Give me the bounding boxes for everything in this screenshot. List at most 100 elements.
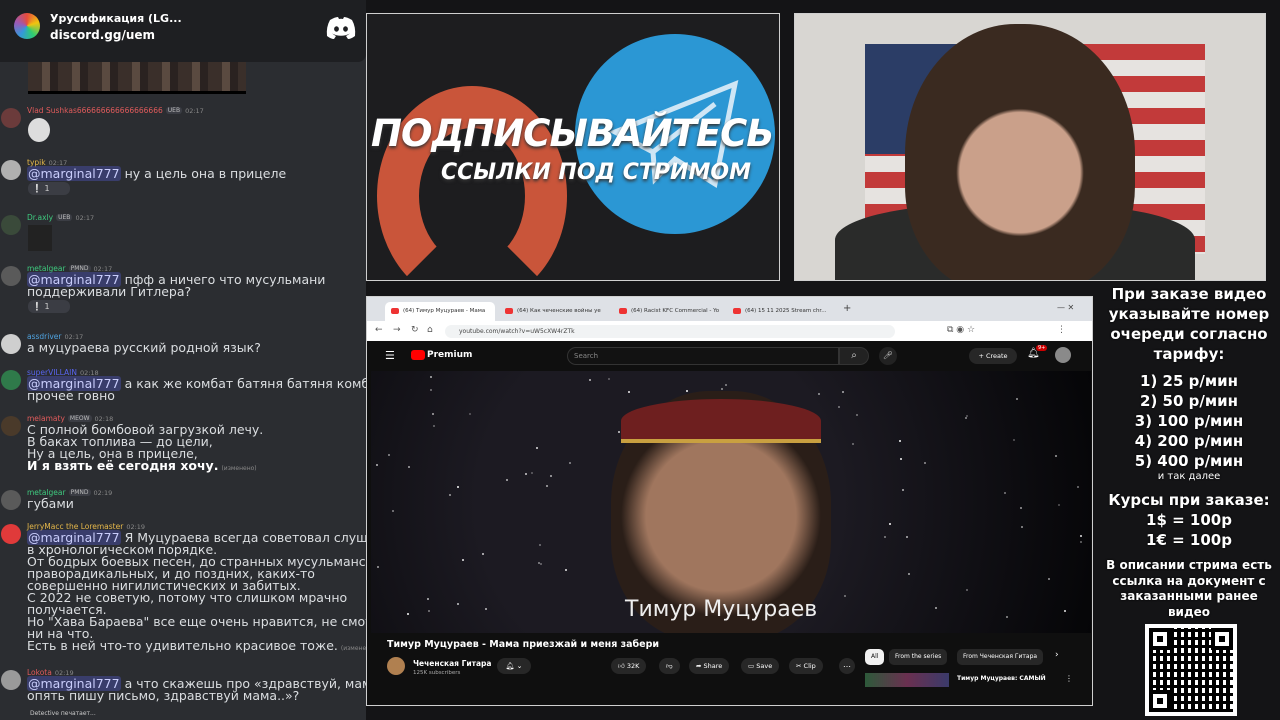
star-dot [900, 458, 903, 461]
qr-code [1145, 624, 1237, 716]
more-actions-button[interactable]: … [839, 658, 855, 674]
user-avatar[interactable] [1, 370, 21, 390]
chip-all[interactable]: All [865, 649, 885, 665]
voice-search-button[interactable]: 🎤︎ [879, 347, 897, 365]
channel-name[interactable]: Чеченская Гитара [413, 659, 491, 668]
youtube-brand[interactable]: Premium [427, 350, 472, 360]
user-avatar[interactable] [1, 416, 21, 436]
message-line: @marginal777 ну а цель она в прицеле [27, 166, 286, 181]
browser-window: (64) Тимур Муцураев - Мама (64) Как чече… [366, 296, 1093, 706]
user-avatar[interactable] [1, 334, 21, 354]
user-avatar[interactable] [1, 160, 21, 180]
star-dot [449, 494, 452, 497]
star-dot [430, 388, 433, 391]
like-button[interactable]: 👍︎ 32K [611, 658, 647, 674]
back-icon[interactable]: ← [375, 325, 383, 335]
address-bar[interactable]: youtube.com/watch?v=uW5cXW4rZTk [445, 325, 895, 338]
channel-subscriber-count: 125K subscribers [413, 670, 461, 676]
star-dot [817, 393, 820, 396]
tariff-item: 5) 400 р/мин [1134, 452, 1244, 470]
role-badge: UEB [165, 107, 183, 114]
links-subheadline: ССЫЛКИ ПОД СТРИМОМ [441, 160, 751, 185]
reload-icon[interactable]: ↻ [411, 325, 419, 335]
browser-tab[interactable]: (64) Как чеченские войны уе [499, 302, 609, 321]
star-dot [855, 414, 858, 417]
star-dot [898, 439, 901, 442]
new-tab-icon[interactable]: + [843, 303, 851, 314]
user-avatar[interactable] [1, 524, 21, 544]
hamburger-menu-icon[interactable]: ☰ [385, 349, 395, 362]
channel-avatar[interactable] [387, 657, 405, 675]
create-button[interactable]: + Create [969, 348, 1017, 364]
reaction-count: 1 [44, 302, 50, 311]
window-controls-icon[interactable]: — ✕ [1057, 303, 1074, 312]
forward-icon[interactable]: → [393, 325, 401, 335]
youtube-favicon-icon [505, 308, 513, 314]
browser-tab-active[interactable]: (64) Тимур Муцураев - Мама [385, 302, 495, 321]
chevron-right-icon[interactable]: › [1055, 650, 1059, 660]
dislike-button[interactable]: 👎︎ [659, 658, 680, 674]
role-badge: MEOW [67, 415, 92, 422]
save-button[interactable]: ▭ Save [741, 658, 780, 674]
search-input[interactable]: Search [567, 347, 839, 365]
thumbs-down-icon: 👎︎ [666, 662, 673, 670]
youtube-logo-icon[interactable] [411, 350, 425, 360]
webcam-feed [794, 13, 1266, 281]
username[interactable]: Dr.axly [27, 213, 53, 222]
clip-button[interactable]: ✂ Clip [789, 658, 823, 674]
star-dot [525, 472, 528, 475]
user-avatar[interactable] [1, 215, 21, 235]
user-avatar[interactable] [1, 490, 21, 510]
star-dot [1012, 439, 1015, 442]
chip-from-series[interactable]: From the series [889, 649, 948, 665]
subscribed-bell-button[interactable]: 🔔︎ ⌄ [497, 658, 531, 674]
reaction-pill[interactable]: ❕ 1 [28, 300, 70, 313]
star-dot [377, 566, 380, 569]
attached-image-preview[interactable] [28, 62, 246, 94]
recommended-more-icon[interactable]: ⋮ [1065, 674, 1073, 683]
discord-chat-panel: Урусификация (LG... discord.gg/uem Vlad … [0, 0, 366, 720]
browser-tab[interactable]: (64) 15 11 2025 Stream chr... [727, 302, 837, 321]
star-dot [391, 509, 394, 512]
sticker-image[interactable] [28, 118, 50, 142]
star-dot [588, 378, 591, 381]
star-dot [1005, 615, 1008, 618]
reaction-count: 1 [44, 184, 50, 193]
star-dot [686, 390, 689, 393]
recommended-video-thumbnail[interactable] [865, 673, 949, 687]
user-avatar[interactable] [1, 108, 21, 128]
tariff-item: 1) 25 р/мин [1140, 372, 1238, 390]
user-avatar[interactable] [1, 670, 21, 690]
rate-eur: 1€ = 100р [1146, 531, 1232, 549]
username[interactable]: Vlad Sushkas [27, 106, 77, 115]
star-dot [485, 608, 488, 611]
user-avatar[interactable] [1, 266, 21, 286]
reaction-pill[interactable]: ❕ 1 [28, 182, 70, 195]
star-dot [376, 463, 378, 466]
user-mention[interactable]: @marginal777 [27, 166, 121, 181]
profile-icon[interactable]: ⋮ [1057, 325, 1066, 335]
reaction-emoji-icon: ❕ [32, 302, 45, 311]
user-avatar[interactable] [1055, 347, 1071, 363]
star-dot [724, 384, 727, 387]
home-icon[interactable]: ⌂ [427, 325, 433, 335]
star-dot [462, 558, 465, 561]
message-text: прочее говно [27, 388, 115, 403]
browser-tab[interactable]: (64) Racist KFC Commercial - Yo [613, 302, 723, 321]
recommended-video-title[interactable]: Тимур Муцураев: САМЫЙ [957, 675, 1046, 682]
chip-from-channel[interactable]: From Чеченская Гитара [957, 649, 1044, 665]
video-player[interactable]: Тимур Муцураев [371, 371, 1091, 633]
star-dot [628, 390, 631, 393]
star-dot [568, 461, 571, 464]
server-invite-link[interactable]: discord.gg/uem [50, 28, 155, 42]
share-button[interactable]: ➦ Share [689, 658, 730, 674]
extensions-icon[interactable]: ⧉ ◉ ☆ [947, 325, 975, 335]
message-text: а муцураева русский родной язык? [27, 340, 261, 355]
star-dot [908, 572, 911, 575]
star-dot [1015, 398, 1018, 401]
discord-server-header[interactable]: Урусификация (LG... discord.gg/uem [0, 0, 366, 62]
sticker-image[interactable] [28, 225, 52, 251]
message-line: прочее говно [27, 388, 115, 403]
qr-finder [1149, 628, 1171, 650]
search-button[interactable]: ⌕ [839, 347, 869, 365]
